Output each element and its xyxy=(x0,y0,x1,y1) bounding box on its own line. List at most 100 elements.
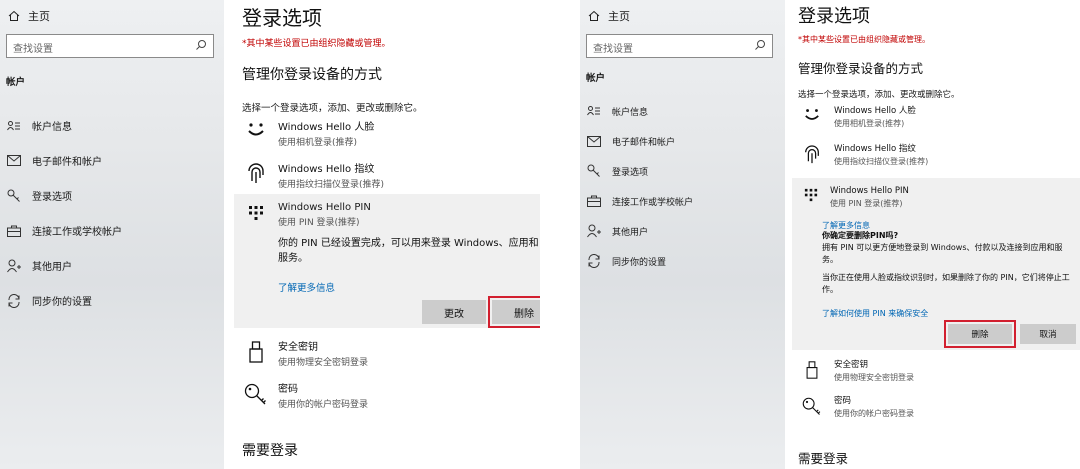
pin-security-link[interactable]: 了解如何使用 PIN 来确保安全 xyxy=(822,308,928,319)
option-pin[interactable]: Windows Hello PIN 使用 PIN 登录(推荐) xyxy=(242,202,371,228)
sidebar-item-work-school[interactable]: 连接工作或学校帐户 xyxy=(6,213,122,248)
change-button[interactable]: 更改 xyxy=(422,300,486,324)
search-icon[interactable] xyxy=(754,39,766,51)
option-subtitle: 使用 PIN 登录(推荐) xyxy=(830,199,903,208)
search-icon[interactable] xyxy=(195,39,207,51)
nav-home[interactable]: 主页 xyxy=(8,8,50,24)
nav-pane: 主页 查找设置 帐户 帐户信息 电子邮件和帐户 登录选项 连接工作或学校帐户 其… xyxy=(580,0,785,469)
search-placeholder: 查找设置 xyxy=(13,44,53,55)
nav-pane: 主页 查找设置 帐户 帐户信息 电子邮件和帐户 登录选项 连接工作或学校帐户 其… xyxy=(0,0,224,469)
briefcase-icon xyxy=(586,193,602,209)
search-input[interactable]: 查找设置 xyxy=(586,34,773,58)
option-subtitle: 使用你的帐户密码登录 xyxy=(834,409,914,418)
nav-home-label: 主页 xyxy=(608,10,630,23)
option-password[interactable]: 密码 使用你的帐户密码登录 xyxy=(242,380,368,410)
mail-icon xyxy=(586,133,602,149)
search-input[interactable]: 查找设置 xyxy=(6,34,214,58)
sidebar-item-sync[interactable]: 同步你的设置 xyxy=(586,246,693,276)
sidebar-item-label: 电子邮件和帐户 xyxy=(612,137,676,148)
sidebar-item-sign-in-options[interactable]: 登录选项 xyxy=(6,178,122,213)
fingerprint-icon xyxy=(798,142,826,167)
sidebar-item-label: 其他用户 xyxy=(32,262,72,273)
nav-list: 帐户信息 电子邮件和帐户 登录选项 连接工作或学校帐户 其他用户 同步你的设置 xyxy=(586,96,693,276)
option-title: 密码 xyxy=(278,384,298,395)
option-subtitle: 使用物理安全密钥登录 xyxy=(834,373,914,382)
sidebar-item-label: 帐户信息 xyxy=(612,107,649,118)
account-info-icon xyxy=(6,118,22,134)
pin-option-expanded: Windows Hello PIN 使用 PIN 登录(推荐) 你的 PIN 已… xyxy=(234,194,540,328)
option-subtitle: 使用指纹扫描仪登录(推荐) xyxy=(278,180,385,190)
option-title: Windows Hello 人脸 xyxy=(834,106,916,116)
option-pin[interactable]: Windows Hello PIN 使用 PIN 登录(推荐) xyxy=(800,186,909,209)
home-icon xyxy=(8,10,20,21)
option-subtitle: 使用物理安全密钥登录 xyxy=(278,358,369,368)
option-face[interactable]: Windows Hello 人脸 使用相机登录(推荐) xyxy=(798,104,916,129)
nav-home[interactable]: 主页 xyxy=(588,8,630,24)
account-info-icon xyxy=(586,103,602,119)
settings-window-left: 主页 查找设置 帐户 帐户信息 电子邮件和帐户 登录选项 连接工作或学校帐户 其… xyxy=(0,0,540,469)
section-heading: 管理你登录设备的方式 xyxy=(242,67,382,83)
user-add-icon xyxy=(6,258,22,274)
option-subtitle: 使用相机登录(推荐) xyxy=(278,138,358,148)
learn-more-link[interactable]: 了解更多信息 xyxy=(278,280,335,294)
fingerprint-icon xyxy=(242,160,270,190)
option-title: Windows Hello 指纹 xyxy=(834,144,916,154)
section-description: 选择一个登录选项，添加、更改或删除它。 xyxy=(242,103,423,114)
delete-pin-info: 拥有 PIN 可以更方便地登录到 Windows、付款以及连接到应用和服务。 xyxy=(822,243,1063,264)
policy-warning: *其中某些设置已由组织隐藏或管理。 xyxy=(242,39,391,49)
option-fingerprint[interactable]: Windows Hello 指纹 使用指纹扫描仪登录(推荐) xyxy=(242,160,384,190)
mail-icon xyxy=(6,153,22,169)
content-pane: 登录选项 *其中某些设置已由组织隐藏或管理。 管理你登录设备的方式 选择一个登录… xyxy=(234,0,540,469)
option-subtitle: 使用指纹扫描仪登录(推荐) xyxy=(834,157,929,166)
usb-key-icon xyxy=(242,338,270,368)
confirm-delete-button[interactable]: 删除 xyxy=(944,320,1016,348)
cancel-button[interactable]: 取消 xyxy=(1020,324,1076,344)
sidebar-item-email[interactable]: 电子邮件和帐户 xyxy=(586,126,693,156)
policy-warning: *其中某些设置已由组织隐藏或管理。 xyxy=(798,35,930,44)
pin-option-expanded: Windows Hello PIN 使用 PIN 登录(推荐) 了解更多信息 你… xyxy=(792,178,1080,350)
nav-home-label: 主页 xyxy=(28,10,50,23)
sidebar-item-label: 同步你的设置 xyxy=(32,297,92,308)
delete-button[interactable]: 删除 xyxy=(488,296,540,328)
sidebar-item-label: 电子邮件和帐户 xyxy=(32,157,102,168)
sidebar-item-sign-in-options[interactable]: 登录选项 xyxy=(586,156,693,186)
face-icon xyxy=(798,104,826,129)
page-title: 登录选项 xyxy=(798,6,870,27)
option-subtitle: 使用你的帐户密码登录 xyxy=(278,400,369,410)
nav-list: 帐户信息 电子邮件和帐户 登录选项 连接工作或学校帐户 其他用户 同步你的设置 xyxy=(6,108,122,318)
sidebar-item-work-school[interactable]: 连接工作或学校帐户 xyxy=(586,186,693,216)
password-key-icon xyxy=(242,380,270,410)
delete-pin-warning: 当你正在使用人脸或指纹识别时，如果删除了你的 PIN，它们将停止工作。 xyxy=(822,273,1070,294)
section-description: 选择一个登录选项，添加、更改或删除它。 xyxy=(798,90,960,100)
option-security-key[interactable]: 安全密钥 使用物理安全密钥登录 xyxy=(242,338,368,368)
sidebar-item-account-info[interactable]: 帐户信息 xyxy=(6,108,122,143)
pin-status-text: 你的 PIN 已经设置完成，可以用来登录 Windows、应用和服务。 xyxy=(278,238,539,264)
sidebar-item-email[interactable]: 电子邮件和帐户 xyxy=(6,143,122,178)
sidebar-item-other-users[interactable]: 其他用户 xyxy=(6,248,122,283)
delete-pin-question: 你确定要删除PIN吗? xyxy=(822,231,899,240)
sidebar-item-sync[interactable]: 同步你的设置 xyxy=(6,283,122,318)
sidebar-item-account-info[interactable]: 帐户信息 xyxy=(586,96,693,126)
option-title: Windows Hello 人脸 xyxy=(278,122,375,133)
option-face[interactable]: Windows Hello 人脸 使用相机登录(推荐) xyxy=(242,118,374,148)
password-key-icon xyxy=(798,394,826,419)
option-title: 安全密钥 xyxy=(834,360,869,370)
option-title: Windows Hello PIN xyxy=(830,186,909,196)
option-subtitle: 使用相机登录(推荐) xyxy=(834,119,905,128)
sidebar-item-label: 连接工作或学校帐户 xyxy=(612,197,694,208)
briefcase-icon xyxy=(6,223,22,239)
settings-window-right: 主页 查找设置 帐户 帐户信息 电子邮件和帐户 登录选项 连接工作或学校帐户 其… xyxy=(580,0,1080,469)
option-password[interactable]: 密码 使用你的帐户密码登录 xyxy=(798,394,914,419)
usb-key-icon xyxy=(798,358,826,383)
search-placeholder: 查找设置 xyxy=(593,44,633,55)
option-title: Windows Hello 指纹 xyxy=(278,164,375,175)
sidebar-item-other-users[interactable]: 其他用户 xyxy=(586,216,693,246)
option-security-key[interactable]: 安全密钥 使用物理安全密钥登录 xyxy=(798,358,914,383)
content-pane: 登录选项 *其中某些设置已由组织隐藏或管理。 管理你登录设备的方式 选择一个登录… xyxy=(790,0,1080,469)
sidebar-item-label: 同步你的设置 xyxy=(612,257,667,268)
option-title: Windows Hello PIN xyxy=(278,202,371,213)
sidebar-item-label: 连接工作或学校帐户 xyxy=(32,227,122,238)
option-fingerprint[interactable]: Windows Hello 指纹 使用指纹扫描仪登录(推荐) xyxy=(798,142,928,167)
nav-section-title: 帐户 xyxy=(586,73,606,84)
sidebar-item-label: 帐户信息 xyxy=(32,122,72,133)
